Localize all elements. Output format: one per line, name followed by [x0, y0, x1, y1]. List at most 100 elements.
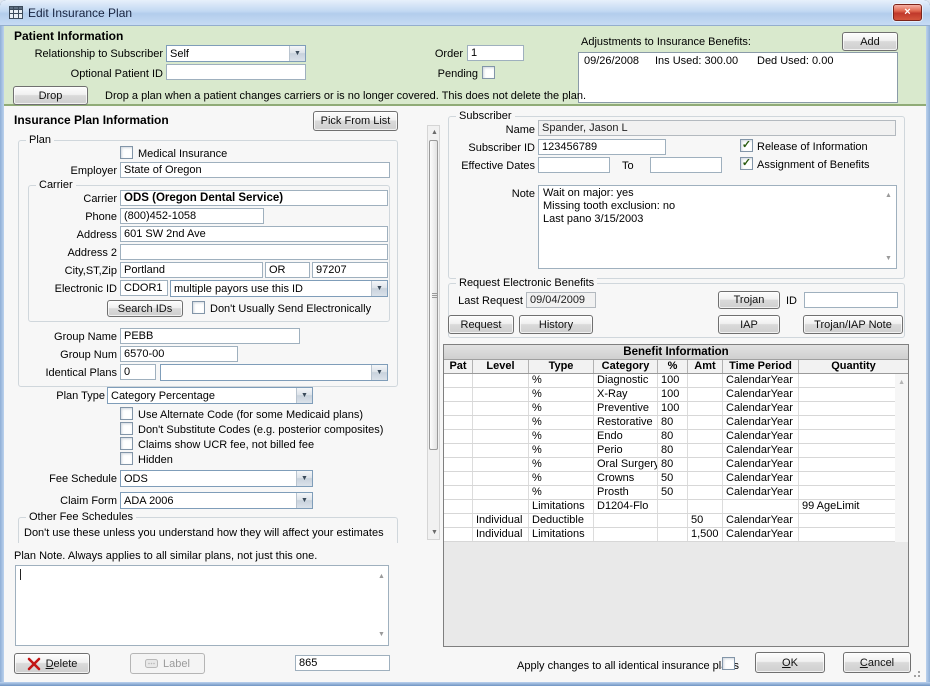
column-header[interactable]: Type [529, 360, 594, 373]
electronic-id-input[interactable] [120, 280, 168, 296]
address-input[interactable] [120, 226, 388, 242]
benefit-table-scrollbar[interactable]: ▲ [895, 374, 908, 542]
column-header[interactable]: % [658, 360, 688, 373]
scroll-down-icon[interactable]: ▼ [882, 252, 895, 265]
benefit-row[interactable]: % Preventive 100 CalendarYear [444, 402, 895, 416]
scroll-up-icon[interactable]: ▲ [895, 376, 908, 389]
column-header[interactable]: Category [594, 360, 658, 373]
benefit-row[interactable]: % Perio 80 CalendarYear [444, 444, 895, 458]
subscriber-id-input[interactable] [538, 139, 666, 155]
benefit-row[interactable]: Individual Limitations 1,500 CalendarYea… [444, 528, 895, 542]
relationship-dropdown[interactable]: Self ▼ [166, 45, 306, 62]
phone-input[interactable] [120, 208, 264, 224]
identical-plans-input[interactable] [120, 364, 156, 380]
use-alternate-code-label: Use Alternate Code (for some Medicaid pl… [138, 409, 363, 421]
cancel-button[interactable]: Cancel [843, 652, 911, 673]
column-header[interactable]: Level [473, 360, 529, 373]
release-of-information-checkbox[interactable]: ✓ [740, 139, 753, 152]
add-button[interactable]: Add [842, 32, 898, 51]
request-button[interactable]: Request [448, 315, 514, 334]
plan-id-input[interactable] [295, 655, 390, 671]
scroll-down-icon[interactable]: ▼ [428, 526, 441, 539]
close-button[interactable]: × [893, 4, 922, 21]
benefit-table-title: Benefit Information [444, 345, 908, 360]
effective-from-input[interactable] [538, 157, 610, 173]
trojan-id-input[interactable] [804, 292, 898, 308]
trojan-iap-note-button[interactable]: Trojan/IAP Note [803, 315, 903, 334]
effective-to-input[interactable] [650, 157, 722, 173]
payor-id-dropdown[interactable]: multiple payors use this ID ▼ [170, 280, 388, 297]
state-input[interactable] [265, 262, 310, 278]
address2-label: Address 2 [17, 247, 117, 259]
pending-checkbox[interactable] [482, 66, 495, 79]
benefit-row[interactable]: % X-Ray 100 CalendarYear [444, 388, 895, 402]
column-header[interactable]: Pat [444, 360, 473, 373]
plan-info-heading: Insurance Plan Information [14, 113, 169, 127]
identical-plans-dropdown[interactable]: ▼ [160, 364, 388, 381]
identical-plans-label: Identical Plans [17, 367, 117, 379]
group-num-input[interactable] [120, 346, 238, 362]
scroll-up-icon[interactable]: ▲ [428, 126, 441, 139]
benefit-row[interactable]: % Prosth 50 CalendarYear [444, 486, 895, 500]
chevron-down-icon: ▼ [371, 365, 387, 380]
claim-form-dropdown[interactable]: ADA 2006 ▼ [120, 492, 313, 509]
column-header[interactable]: Quantity [799, 360, 908, 373]
address2-input[interactable] [120, 244, 388, 260]
subscriber-id-label: Subscriber ID [445, 142, 535, 154]
column-header[interactable]: Time Period [723, 360, 799, 373]
drop-button[interactable]: Drop [13, 86, 88, 105]
carrier-input[interactable] [120, 190, 388, 206]
benefit-row[interactable]: Individual Deductible 50 CalendarYear [444, 514, 895, 528]
hidden-checkbox[interactable] [120, 452, 133, 465]
claims-ucr-fee-label: Claims show UCR fee, not billed fee [138, 439, 314, 451]
plan-type-dropdown[interactable]: Category Percentage ▼ [107, 387, 313, 404]
history-button[interactable]: History [519, 315, 593, 334]
column-header[interactable]: Amt [688, 360, 723, 373]
chevron-down-icon: ▼ [296, 388, 312, 403]
plan-panel-scrollbar-thumb[interactable] [429, 140, 438, 450]
plan-note-label: Plan Note. Always applies to all similar… [14, 550, 317, 562]
title-bar[interactable]: Edit Insurance Plan × [0, 0, 930, 26]
apply-identical-plans-checkbox[interactable] [722, 657, 735, 670]
benefit-row[interactable]: % Crowns 50 CalendarYear [444, 472, 895, 486]
optional-patient-id-input[interactable] [166, 64, 306, 80]
plan-note-textarea[interactable] [15, 565, 389, 646]
subscriber-note-textarea[interactable]: Wait on major: yes Missing tooth exclusi… [538, 185, 897, 269]
dont-substitute-codes-checkbox[interactable] [120, 422, 133, 435]
ok-button[interactable]: OK [755, 652, 825, 673]
resize-grip[interactable] [913, 670, 921, 678]
delete-button[interactable]: Delete [14, 653, 90, 674]
fee-schedule-dropdown[interactable]: ODS ▼ [120, 470, 313, 487]
trojan-button[interactable]: Trojan [718, 291, 780, 309]
adjustment-row[interactable]: 09/26/2008 Ins Used: 300.00 Ded Used: 0.… [579, 55, 897, 69]
city-input[interactable] [120, 262, 263, 278]
benefit-row[interactable]: % Diagnostic 100 CalendarYear [444, 374, 895, 388]
benefit-row[interactable]: % Oral Surgery 80 CalendarYear [444, 458, 895, 472]
drop-note: Drop a plan when a patient changes carri… [105, 90, 586, 102]
adjustments-listbox[interactable]: 09/26/2008 Ins Used: 300.00 Ded Used: 0.… [578, 52, 898, 103]
scroll-down-icon[interactable]: ▼ [375, 628, 388, 641]
pick-from-list-button[interactable]: Pick From List [313, 111, 398, 131]
scroll-up-icon[interactable]: ▲ [882, 189, 895, 202]
window-border-bottom [0, 682, 930, 686]
zip-input[interactable] [312, 262, 388, 278]
use-alternate-code-checkbox[interactable] [120, 407, 133, 420]
group-name-input[interactable] [120, 328, 300, 344]
benefit-row[interactable]: % Endo 80 CalendarYear [444, 430, 895, 444]
claims-ucr-fee-checkbox[interactable] [120, 437, 133, 450]
label-button[interactable]: Label [130, 653, 205, 674]
edit-insurance-plan-window: Edit Insurance Plan × Patient Informatio… [0, 0, 930, 686]
dont-send-electronically-checkbox[interactable] [192, 301, 205, 314]
assignment-of-benefits-checkbox[interactable]: ✓ [740, 157, 753, 170]
employer-input[interactable] [120, 162, 390, 178]
order-input[interactable] [467, 45, 524, 61]
scroll-up-icon[interactable]: ▲ [375, 570, 388, 583]
iap-button[interactable]: IAP [718, 315, 780, 334]
benefit-row[interactable]: % Restorative 80 CalendarYear [444, 416, 895, 430]
subscriber-name-label: Name [485, 124, 535, 136]
subscriber-group-label: Subscriber [456, 110, 515, 122]
medical-insurance-checkbox[interactable] [120, 146, 133, 159]
plan-panel-scrollbar[interactable]: ▲ ▼ [427, 125, 440, 540]
search-ids-button[interactable]: Search IDs [107, 300, 183, 317]
benefit-row[interactable]: Limitations D1204-Flo 99 AgeLimit [444, 500, 895, 514]
